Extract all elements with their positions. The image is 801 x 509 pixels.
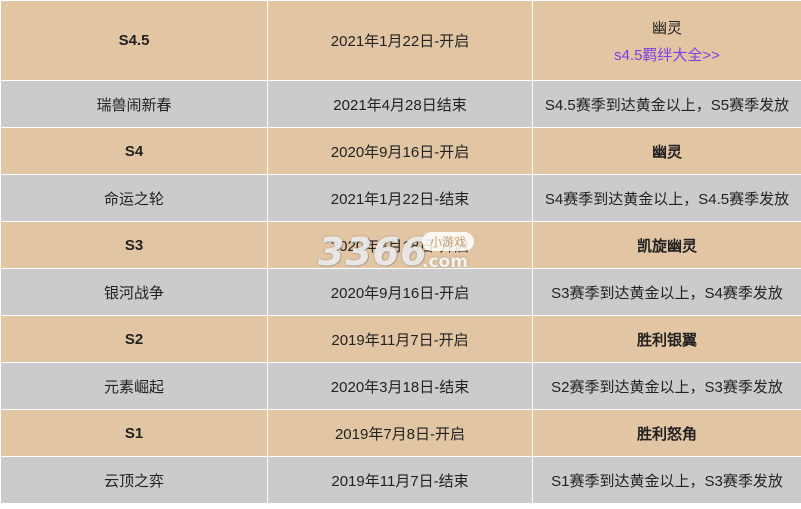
event-name: 银河战争 [0, 268, 268, 316]
reward-cell: 幽灵 s4.5羁绊大全>> [532, 0, 801, 81]
table-row: S1 2019年7月8日-开启 胜利怒角 [0, 409, 801, 457]
event-date: 2021年4月28日结束 [267, 80, 533, 128]
reward-text: 凯旋幽灵 [532, 221, 801, 269]
reward-text: 胜利银翼 [532, 315, 801, 363]
table-row: S3 2020年3月18日-开启 凯旋幽灵 [0, 221, 801, 269]
reward-text: 幽灵 [651, 19, 682, 37]
reward-condition: S4.5赛季到达黄金以上，S5赛季发放 [532, 80, 801, 128]
season-date: 2020年9月16日-开启 [267, 127, 533, 175]
reward-text: 胜利怒角 [532, 409, 801, 457]
season-date: 2019年7月8日-开启 [267, 409, 533, 457]
event-name: 瑞兽闹新春 [0, 80, 268, 128]
synergy-guide-link[interactable]: s4.5羁绊大全>> [537, 44, 797, 65]
event-name: 命运之轮 [0, 174, 268, 222]
reward-condition: S2赛季到达黄金以上，S3赛季发放 [532, 362, 801, 410]
table-row: 元素崛起 2020年3月18日-结束 S2赛季到达黄金以上，S3赛季发放 [0, 362, 801, 410]
season-name: S3 [0, 221, 268, 269]
season-name: S1 [0, 409, 268, 457]
reward-text: 幽灵 [532, 127, 801, 175]
event-name: 云顶之弈 [0, 456, 268, 504]
season-reward-table: S4.5 2021年1月22日-开启 幽灵 s4.5羁绊大全>> 瑞兽闹新春 2… [0, 0, 801, 504]
table-row: S4.5 2021年1月22日-开启 幽灵 s4.5羁绊大全>> [0, 0, 801, 81]
table-row: 命运之轮 2021年1月22日-结束 S4赛季到达黄金以上，S4.5赛季发放 [0, 174, 801, 222]
reward-condition: S3赛季到达黄金以上，S4赛季发放 [532, 268, 801, 316]
season-date: 2020年3月18日-开启 [267, 221, 533, 269]
event-name: 元素崛起 [0, 362, 268, 410]
table-row: S4 2020年9月16日-开启 幽灵 [0, 127, 801, 175]
table-row: 瑞兽闹新春 2021年4月28日结束 S4.5赛季到达黄金以上，S5赛季发放 [0, 80, 801, 128]
event-date: 2020年3月18日-结束 [267, 362, 533, 410]
table-row: S2 2019年11月7日-开启 胜利银翼 [0, 315, 801, 363]
table-row: 云顶之弈 2019年11月7日-结束 S1赛季到达黄金以上，S3赛季发放 [0, 456, 801, 504]
event-date: 2020年9月16日-开启 [267, 268, 533, 316]
season-date: 2021年1月22日-开启 [267, 0, 533, 81]
reward-condition: S4赛季到达黄金以上，S4.5赛季发放 [532, 174, 801, 222]
season-name: S4.5 [0, 0, 268, 81]
reward-condition: S1赛季到达黄金以上，S3赛季发放 [532, 456, 801, 504]
season-name: S4 [0, 127, 268, 175]
season-name: S2 [0, 315, 268, 363]
event-date: 2019年11月7日-结束 [267, 456, 533, 504]
event-date: 2021年1月22日-结束 [267, 174, 533, 222]
season-date: 2019年11月7日-开启 [267, 315, 533, 363]
table-row: 银河战争 2020年9月16日-开启 S3赛季到达黄金以上，S4赛季发放 [0, 268, 801, 316]
